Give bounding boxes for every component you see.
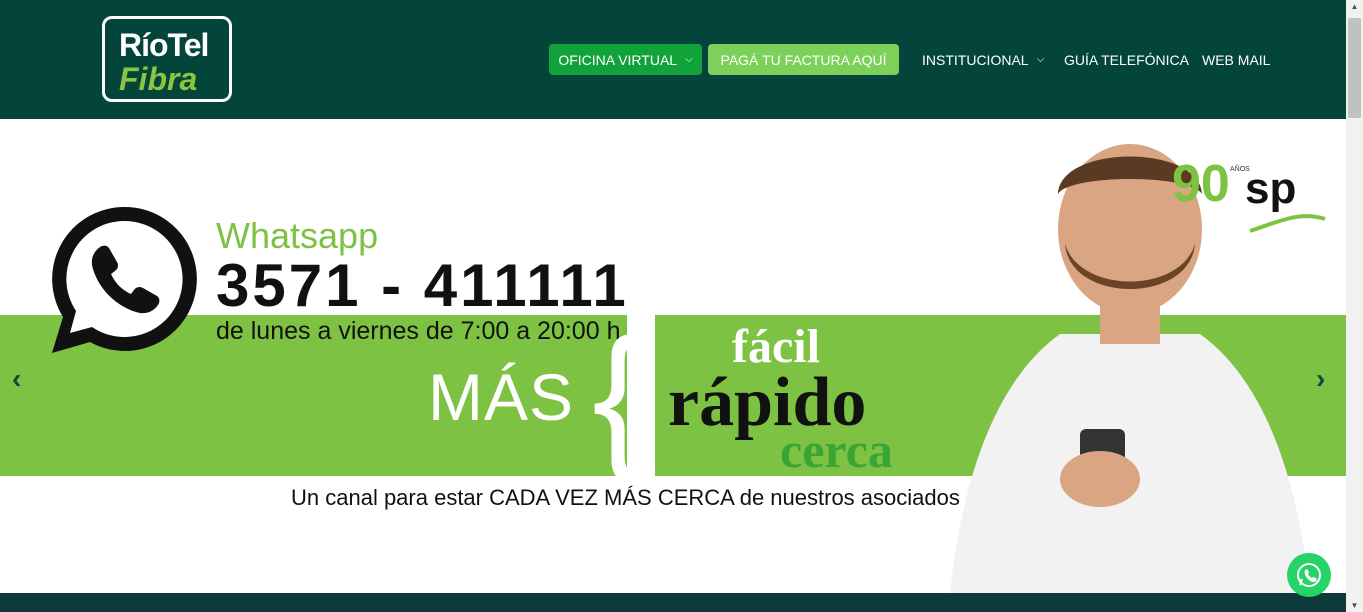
riotel-logo[interactable]: RíoTel Fibra	[102, 16, 232, 102]
footer-bar	[0, 593, 1346, 612]
chevron-left-icon[interactable]: ‹	[12, 363, 21, 395]
nav-guia-label: GUÍA TELEFÓNICA	[1064, 51, 1189, 68]
logo-line1: RíoTel	[119, 27, 209, 63]
whatsapp-icon	[1297, 563, 1321, 587]
brace-decoration: {	[592, 305, 646, 484]
scroll-down-icon[interactable]: ▼	[1350, 601, 1359, 610]
nav-institucional-label: INSTITUCIONAL	[922, 51, 1029, 68]
chevron-down-icon: ⌵	[1036, 54, 1045, 65]
paga-factura-button[interactable]: PAGÁ TU FACTURA AQUÍ	[708, 44, 899, 75]
oficina-virtual-button[interactable]: OFICINA VIRTUAL ⌵	[549, 44, 702, 75]
mas-word: MÁS	[428, 360, 575, 434]
chevron-right-icon[interactable]: ›	[1316, 363, 1325, 395]
whatsapp-icon	[52, 206, 197, 353]
word-cerca: cerca	[780, 422, 893, 478]
paga-factura-label: PAGÁ TU FACTURA AQUÍ	[720, 51, 887, 68]
scrollbar-thumb[interactable]	[1348, 18, 1361, 118]
site-header: RíoTel Fibra OFICINA VIRTUAL ⌵ PAGÁ TU F…	[0, 0, 1346, 119]
whatsapp-hours: de lunes a viernes de 7:00 a 20:00 h	[216, 317, 621, 345]
90-anos-badge: 90 AÑOS sp	[1172, 155, 1326, 233]
nav-webmail-label: WEB MAIL	[1202, 51, 1271, 68]
logo-line2: Fibra	[119, 61, 198, 97]
whatsapp-number: 3571 - 411111	[216, 252, 629, 319]
badge-sp: sp	[1245, 164, 1296, 213]
tagline: Un canal para estar CADA VEZ MÁS CERCA d…	[291, 485, 960, 510]
nav-web-mail[interactable]: WEB MAIL	[1202, 44, 1270, 75]
badge-90: 90	[1172, 155, 1230, 213]
hero-slider: Whatsapp 3571 - 411111 de lunes a vierne…	[0, 119, 1346, 593]
nav-guia-telefonica[interactable]: GUÍA TELEFÓNICA	[1064, 44, 1189, 75]
whatsapp-float-button[interactable]	[1287, 553, 1331, 597]
scroll-up-icon[interactable]: ▲	[1350, 2, 1359, 11]
nav-institucional[interactable]: INSTITUCIONAL ⌵	[922, 44, 1044, 75]
chevron-down-icon: ⌵	[685, 54, 693, 65]
oficina-virtual-label: OFICINA VIRTUAL	[558, 51, 678, 68]
